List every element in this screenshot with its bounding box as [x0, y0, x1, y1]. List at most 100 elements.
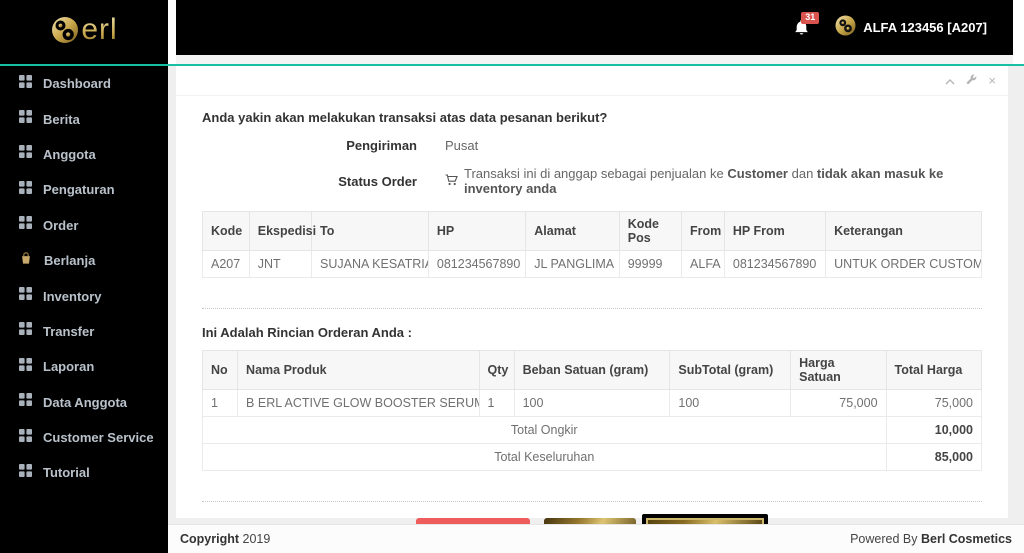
grid-icon	[19, 74, 32, 93]
sidebar-item-berita[interactable]: Berita	[0, 101, 168, 136]
cell-qty: 1	[478, 389, 515, 417]
cell-keterangan: UNTUK ORDER CUSTOMER	[825, 250, 982, 278]
shipping-table: Kode Ekspedisi To HP Alamat Kode Pos Fro…	[202, 211, 982, 278]
status-text: Transaksi ini di anggap sebagai penjuala…	[464, 166, 944, 196]
wrench-icon	[966, 74, 977, 87]
cell-harga-satuan: 75,000	[790, 389, 887, 417]
column-header: HP	[427, 211, 527, 251]
column-header: Total Harga	[885, 350, 983, 390]
grid-icon	[19, 287, 32, 305]
table-row: A207 JNT SUJANA KESATRIA 081234567890 JL…	[202, 250, 982, 278]
settings-button[interactable]	[966, 74, 977, 87]
pengiriman-row: Pengiriman Pusat	[202, 127, 982, 163]
card-body: Anda yakin akan melakukan transaksi atas…	[176, 96, 1008, 548]
shipping-table-header-row: Kode Ekspedisi To HP Alamat Kode Pos Fro…	[202, 211, 982, 251]
grid-icon	[19, 357, 32, 376]
column-header: To	[311, 211, 429, 251]
sidebar: erl Dashboard Berita Anggota Pengaturan …	[0, 0, 168, 553]
grid-icon	[19, 110, 32, 128]
column-header: Alamat	[525, 211, 620, 251]
cell-no: 1	[201, 389, 239, 417]
page-footer: Copyright 2019 Powered By Berl Cosmetics	[168, 524, 1024, 553]
cart-icon	[445, 173, 458, 189]
accent-divider	[0, 64, 1024, 66]
close-button[interactable]: ×	[988, 74, 996, 87]
summary-label: Total Ongkir	[202, 416, 887, 444]
card-header: ×	[176, 66, 1008, 96]
grid-icon	[19, 180, 32, 199]
top-navbar: 31 ALFA 123456 [A207]	[176, 0, 1013, 55]
cell-alamat: JL PANGLIMA	[525, 250, 620, 278]
collapse-button[interactable]	[945, 74, 955, 87]
column-header: From	[681, 211, 725, 251]
cell-beban-satuan: 100	[513, 389, 671, 417]
sidebar-item-inventory[interactable]: Inventory	[0, 278, 168, 313]
sidebar-item-label: Dashboard	[43, 76, 111, 92]
table-row: 1 B ERL ACTIVE GLOW BOOSTER SERUM 1 100 …	[201, 389, 983, 417]
sidebar-item-label: Pengaturan	[43, 182, 115, 198]
sidebar-item-data-anggota[interactable]: Data Anggota	[0, 385, 168, 420]
summary-label: Total Keseluruhan	[202, 443, 887, 471]
confirmation-card: × Anda yakin akan melakukan transaksi at…	[176, 66, 1008, 548]
cell-kode: A207	[202, 250, 250, 278]
order-table-header-row: No Nama Produk Qty Beban Satuan (gram) S…	[201, 350, 983, 390]
summary-row-ongkir: Total Ongkir 10,000	[202, 416, 983, 444]
cell-nama-produk: B ERL ACTIVE GLOW BOOSTER SERUM	[237, 389, 480, 417]
content-area: × Anda yakin akan melakukan transaksi at…	[168, 66, 1024, 548]
summary-row-keseluruhan: Total Keseluruhan 85,000	[202, 443, 983, 471]
sidebar-item-label: Tutorial	[43, 465, 90, 481]
cell-hp-from: 081234567890	[723, 250, 827, 278]
sidebar-item-pengaturan[interactable]: Pengaturan	[0, 172, 168, 207]
sidebar-item-order[interactable]: Order	[0, 208, 168, 243]
sidebar-item-label: Berlanja	[44, 253, 96, 269]
column-header: Kode	[202, 211, 250, 251]
column-header: SubTotal (gram)	[669, 350, 792, 390]
brand-logo[interactable]: erl	[0, 0, 168, 64]
grid-icon	[19, 393, 32, 411]
powered-by-text: Powered By Berl Cosmetics	[850, 532, 1012, 546]
grid-icon	[19, 322, 32, 340]
column-header: Ekspedisi	[248, 211, 316, 251]
status-order-value: Transaksi ini di anggap sebagai penjuala…	[445, 166, 982, 196]
user-name: ALFA 123456 [A207]	[863, 20, 987, 35]
user-menu[interactable]: ALFA 123456 [A207]	[835, 15, 987, 41]
notifications-button[interactable]: 31	[794, 11, 820, 42]
sidebar-item-anggota[interactable]: Anggota	[0, 137, 168, 172]
sidebar-item-label: Customer Service	[43, 430, 154, 446]
grid-icon	[19, 145, 32, 163]
confirmation-question: Anda yakin akan melakukan transaksi atas…	[202, 110, 608, 125]
sidebar-item-berlanja[interactable]: Berlanja	[0, 243, 168, 278]
sidebar-item-customer-service[interactable]: Customer Service	[0, 420, 168, 455]
sidebar-item-label: Anggota	[43, 146, 96, 162]
notification-count-badge: 31	[801, 11, 820, 25]
column-header: Beban Satuan (gram)	[513, 350, 671, 390]
brand-logo-icon	[50, 15, 80, 50]
sidebar-item-label: Berita	[43, 111, 80, 127]
column-header: Harga Satuan	[790, 350, 887, 390]
shopping-bag-icon	[19, 251, 33, 270]
status-order-label: Status Order	[338, 173, 417, 189]
navbar-underlay	[176, 55, 1013, 64]
dotted-divider	[202, 308, 982, 309]
sidebar-item-label: Order	[43, 217, 79, 233]
column-header: Qty	[478, 350, 515, 390]
sidebar-item-laporan[interactable]: Laporan	[0, 349, 168, 384]
cell-hp: 081234567890	[427, 250, 527, 278]
grid-icon	[19, 216, 32, 234]
order-detail-heading: Ini Adalah Rincian Orderan Anda :	[202, 325, 412, 340]
sidebar-item-label: Data Anggota	[43, 394, 128, 410]
dotted-divider	[202, 501, 982, 502]
pengiriman-value: Pusat	[445, 137, 479, 153]
sidebar-item-tutorial[interactable]: Tutorial	[0, 455, 168, 490]
avatar	[835, 15, 856, 41]
grid-icon	[19, 428, 32, 447]
sidebar-item-label: Transfer	[43, 323, 95, 339]
column-header: Nama Produk	[237, 350, 480, 390]
copyright-text: Copyright 2019	[180, 532, 271, 546]
sidebar-menu: Dashboard Berita Anggota Pengaturan Orde…	[0, 64, 168, 491]
sidebar-item-label: Laporan	[43, 359, 95, 375]
cell-from: ALFA	[681, 250, 725, 278]
cell-subtotal: 100	[669, 389, 792, 417]
sidebar-item-dashboard[interactable]: Dashboard	[0, 66, 168, 101]
sidebar-item-transfer[interactable]: Transfer	[0, 314, 168, 349]
